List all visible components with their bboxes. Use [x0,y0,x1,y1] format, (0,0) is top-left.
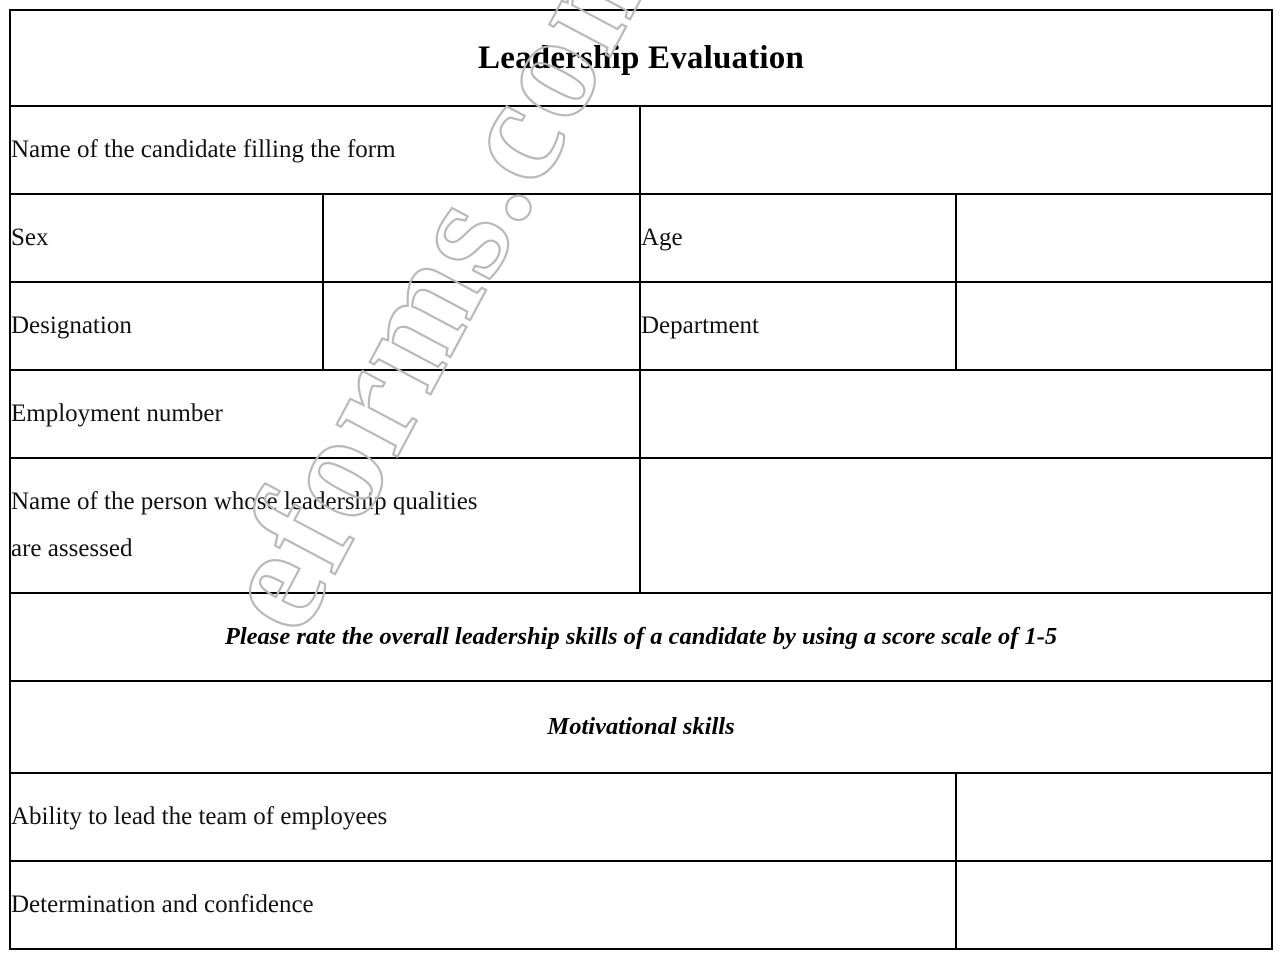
assessed-person-label-line2: are assessed [11,534,133,562]
employment-number-input[interactable] [638,369,1274,459]
title-row: Leadership Evaluation [8,9,1274,107]
age-input[interactable] [954,193,1274,283]
sex-label: Sex [9,193,324,283]
rating-row: Determination and confidence [9,860,1274,950]
rating-scale-note: Please rate the overall leadership skill… [8,592,1274,682]
department-input[interactable] [954,281,1274,371]
department-label: Department [639,281,957,371]
sex-age-row: Sex Age [9,193,1274,283]
rating-scale-note-row: Please rate the overall leadership skill… [8,592,1274,682]
section-heading-row: Motivational skills [8,680,1274,774]
rating-item-label: Determination and confidence [9,860,957,950]
assessed-person-label: Name of the person whose leadership qual… [9,457,641,594]
employment-number-label: Employment number [9,369,641,459]
employment-number-row: Employment number [9,369,1274,459]
sex-input[interactable] [322,193,641,283]
age-label: Age [639,193,957,283]
designation-label: Designation [9,281,324,371]
assessed-person-input[interactable] [638,457,1274,594]
assessed-person-label-line1: Name of the person whose leadership qual… [11,488,478,516]
page-title: Leadership Evaluation [8,9,1274,107]
rating-item-score-input[interactable] [954,772,1274,862]
leadership-evaluation-form: Leadership Evaluation Name of the candid… [8,9,1274,950]
form-page: Leadership Evaluation Name of the candid… [0,0,1280,960]
rating-item-score-input[interactable] [954,860,1274,950]
assessed-person-row: Name of the person whose leadership qual… [9,457,1274,594]
section-heading-motivational-skills: Motivational skills [8,680,1274,774]
candidate-name-label: Name of the candidate filling the form [9,105,641,195]
rating-item-label: Ability to lead the team of employees [9,772,957,862]
rating-row: Ability to lead the team of employees [9,772,1274,862]
designation-department-row: Designation Department [9,281,1274,371]
designation-input[interactable] [322,281,641,371]
candidate-name-row: Name of the candidate filling the form [9,105,1274,195]
candidate-name-input[interactable] [638,105,1274,195]
